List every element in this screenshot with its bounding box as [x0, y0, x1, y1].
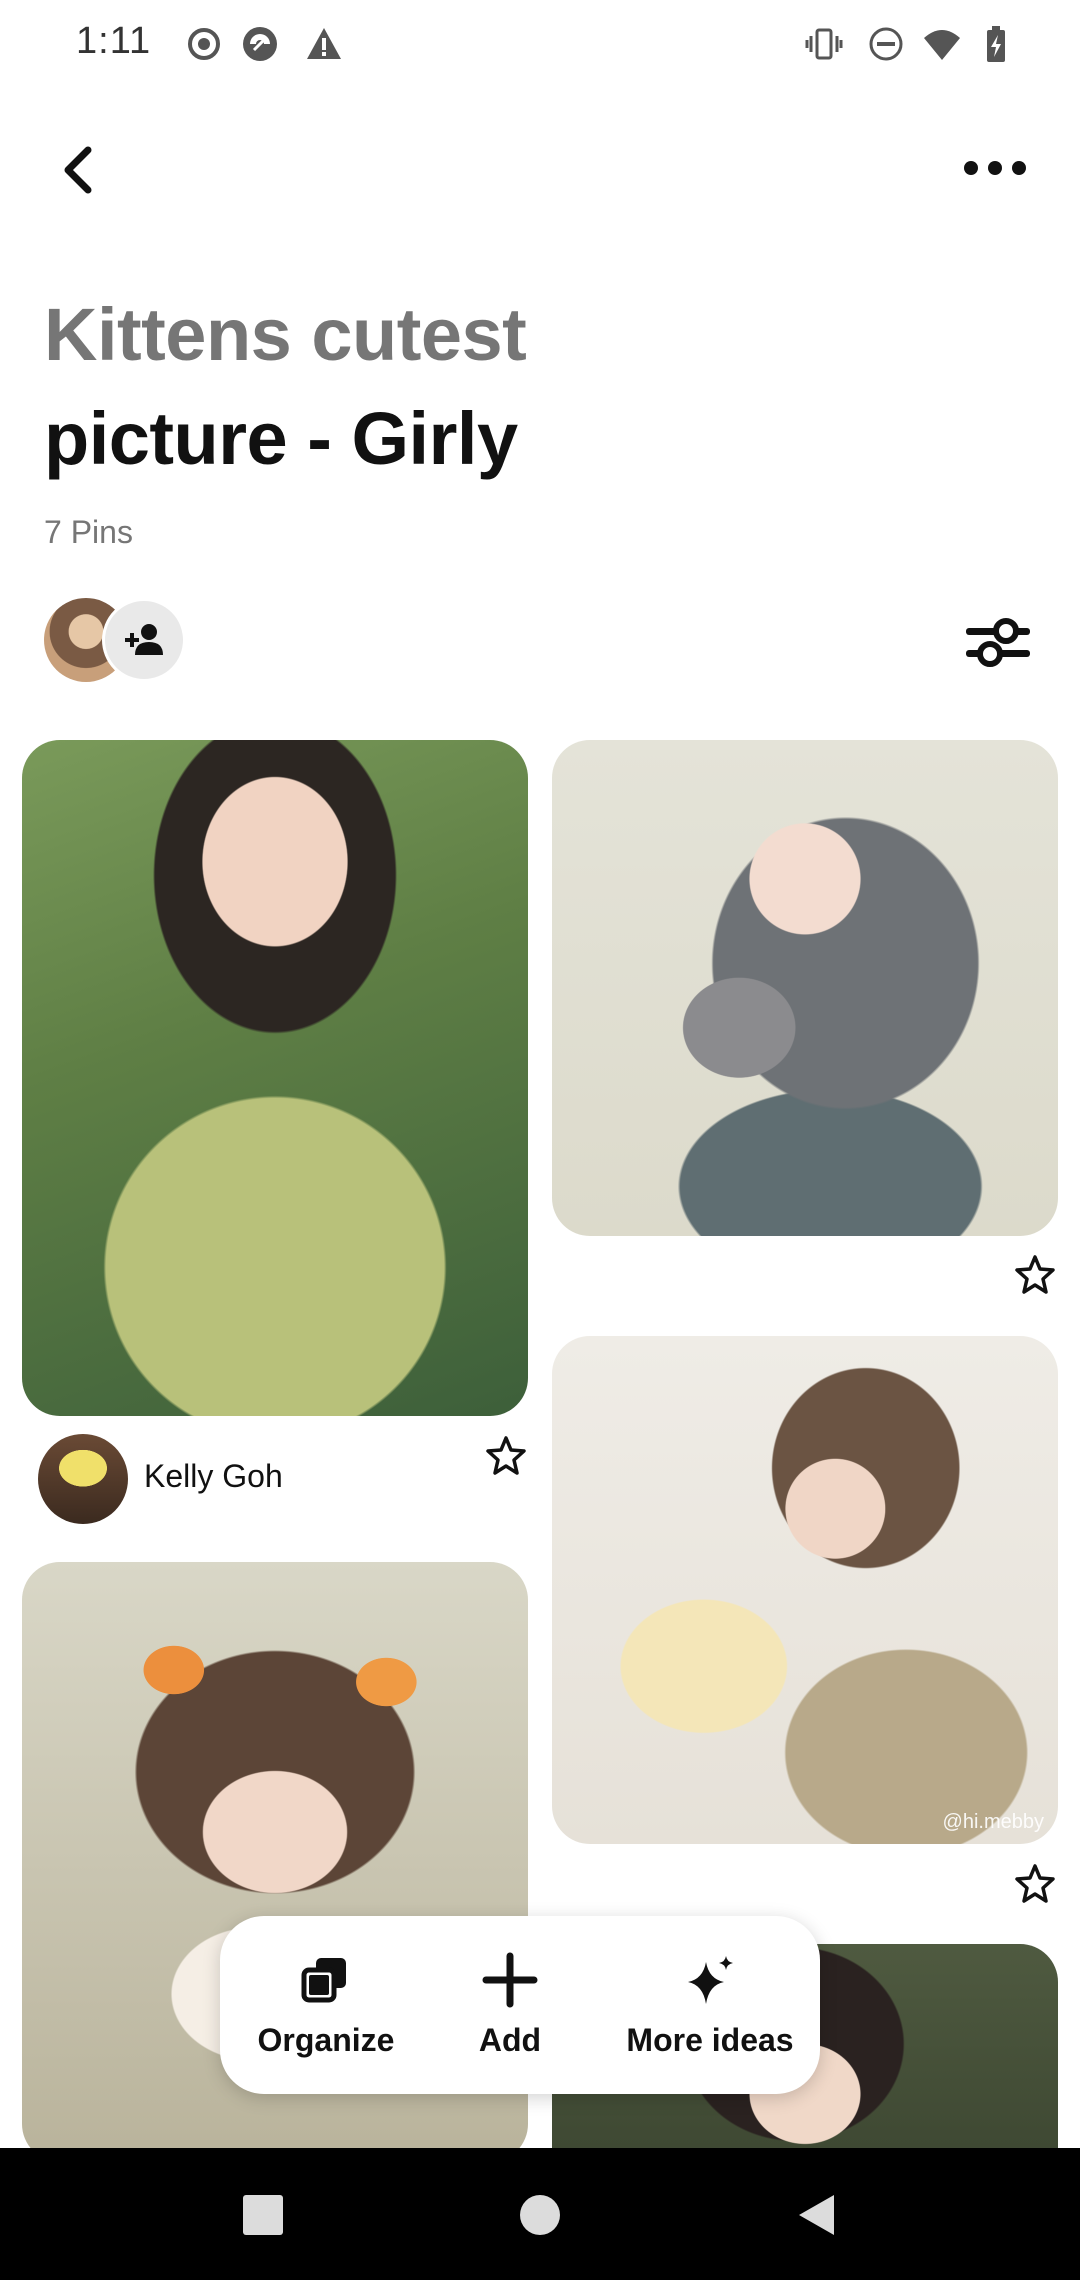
- plus-icon: [482, 1952, 538, 2008]
- record-icon: [188, 28, 220, 60]
- star-icon[interactable]: [1013, 1862, 1057, 1906]
- system-nav-bar: [0, 2148, 1080, 2280]
- add-collaborator-button[interactable]: [102, 598, 186, 682]
- organize-button[interactable]: Organize: [256, 1916, 396, 2094]
- recents-square-icon[interactable]: [240, 2192, 286, 2238]
- back-triangle-icon[interactable]: [794, 2192, 840, 2238]
- more-ideas-label: More ideas: [626, 2022, 794, 2058]
- board-title-line2: picture - Girly: [44, 397, 518, 480]
- filter-button[interactable]: [960, 604, 1036, 680]
- wifi-icon: [924, 30, 960, 60]
- add-button[interactable]: Add: [460, 1916, 560, 2094]
- add-person-icon: [125, 624, 163, 655]
- more-ideas-button[interactable]: More ideas: [626, 1916, 794, 2094]
- status-bar: 1:11: [0, 0, 1080, 86]
- battery-charging-icon: [987, 26, 1005, 62]
- organize-label: Organize: [257, 2022, 395, 2058]
- status-time: 1:11: [76, 20, 152, 62]
- home-circle-icon[interactable]: [517, 2192, 563, 2238]
- app-icon: [243, 27, 277, 61]
- pin-girl-daisies[interactable]: @hi.mebby: [552, 1336, 1058, 1844]
- pin-watermark: @hi.mebby: [942, 1811, 1044, 1833]
- pin-girl-cat[interactable]: [552, 740, 1058, 1236]
- sparkle-icon: [688, 1956, 733, 2004]
- board-action-bar: Organize Add More ideas: [220, 1916, 820, 2094]
- back-button[interactable]: [50, 140, 110, 200]
- do-not-disturb-icon: [869, 27, 903, 61]
- board-title-line1: Kittens cutest: [44, 293, 527, 376]
- pin-count: 7 Pins: [44, 514, 133, 550]
- creator-name[interactable]: Kelly Goh: [144, 1458, 283, 1495]
- add-label: Add: [478, 2022, 542, 2058]
- vibrate-icon: [805, 28, 843, 60]
- sliders-icon: [966, 618, 1030, 667]
- more-options-button[interactable]: [960, 148, 1030, 188]
- warning-icon: [307, 28, 341, 59]
- star-icon[interactable]: [1013, 1253, 1057, 1297]
- creator-avatar[interactable]: [38, 1434, 128, 1524]
- organize-icon: [301, 1958, 346, 2003]
- pin-girl-camera[interactable]: [22, 740, 528, 1416]
- star-icon[interactable]: [484, 1434, 528, 1478]
